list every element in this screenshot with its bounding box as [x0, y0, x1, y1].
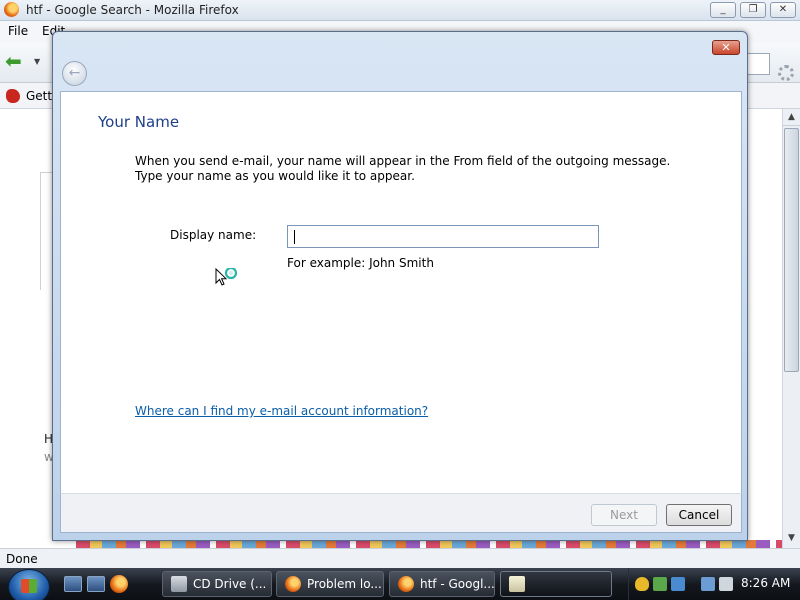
example-hint: For example: John Smith [287, 256, 434, 270]
taskbar-button-label: CD Drive (... [193, 577, 267, 591]
start-button[interactable] [8, 569, 50, 600]
switch-windows-icon[interactable] [87, 576, 105, 592]
back-dropdown-icon[interactable]: ▼ [34, 57, 40, 66]
search-box[interactable] [746, 53, 770, 75]
minimize-button[interactable]: _ [710, 2, 736, 18]
windows-logo-icon [21, 579, 37, 593]
browser-window-title: htf - Google Search - Mozilla Firefox [26, 3, 239, 17]
security-shield-icon[interactable] [635, 577, 649, 591]
text-caret [294, 230, 295, 244]
account-info-help-link[interactable]: Where can I find my e-mail account infor… [135, 404, 428, 418]
throbber-icon [778, 65, 794, 81]
browser-title-bar: htf - Google Search - Mozilla Firefox _ … [0, 0, 800, 21]
mail-icon [509, 575, 525, 592]
next-button[interactable]: Next [591, 504, 657, 526]
show-desktop-icon[interactable] [64, 576, 82, 592]
status-text: Done [6, 552, 38, 566]
volume-muted-icon[interactable] [719, 577, 733, 591]
description-line: Type your name as you would like it to a… [135, 169, 415, 183]
drive-icon [171, 575, 187, 592]
taskbar-button-label: Problem lo... [307, 577, 382, 591]
firefox-icon [398, 575, 414, 592]
page-content-box [40, 172, 52, 290]
dialog-close-button[interactable]: ✕ [712, 40, 740, 55]
taskbar-button-label: htf - Googl... [420, 577, 495, 591]
status-bar: Done [0, 548, 800, 568]
scroll-down-icon[interactable]: ▼ [783, 530, 800, 547]
update-check-icon[interactable] [653, 577, 667, 591]
firefox-icon [285, 575, 301, 592]
cancel-button[interactable]: Cancel [666, 504, 732, 526]
bookmark-icon [6, 89, 20, 103]
scroll-up-icon[interactable]: ▲ [783, 109, 800, 126]
network-icon[interactable] [701, 577, 715, 591]
firefox-quicklaunch-icon[interactable] [110, 575, 128, 593]
description-text: When you send e-mail, your name will app… [135, 154, 670, 184]
vertical-scrollbar[interactable]: ▲ ▼ [782, 109, 800, 548]
scroll-thumb[interactable] [784, 128, 799, 372]
taskbar-button-problem[interactable]: Problem lo... [276, 571, 384, 597]
busy-cursor-icon [215, 268, 238, 286]
page-image-strip [76, 540, 782, 548]
firefox-icon [4, 2, 19, 17]
close-button[interactable]: ✕ [770, 2, 796, 18]
dialog-footer: Next Cancel [60, 493, 742, 533]
taskbar-button-mail-setup[interactable] [500, 571, 612, 597]
maximize-button[interactable]: ❐ [740, 2, 766, 18]
windows-tray-icon[interactable] [671, 577, 685, 591]
taskbar-button-htf[interactable]: htf - Googl... [389, 571, 495, 597]
display-name-input[interactable] [287, 225, 599, 248]
dialog-back-button[interactable]: ← [62, 61, 87, 86]
clock[interactable]: 8:26 AM [741, 576, 790, 590]
menu-file[interactable]: File [8, 24, 28, 38]
taskbar-button-cd-drive[interactable]: CD Drive (... [162, 571, 272, 597]
description-line: When you send e-mail, your name will app… [135, 154, 671, 168]
page-title: Your Name [98, 113, 180, 131]
system-tray: 8:26 AM [628, 568, 800, 600]
taskbar: CD Drive (... Problem lo... htf - Googl.… [0, 568, 800, 600]
dialog-body: Your Name When you send e-mail, your nam… [60, 91, 742, 493]
account-setup-dialog: ✕ ← Your Name When you send e-mail, your… [52, 31, 748, 541]
back-arrow-icon[interactable]: ⬅ [5, 51, 27, 72]
display-name-label: Display name: [170, 228, 257, 242]
